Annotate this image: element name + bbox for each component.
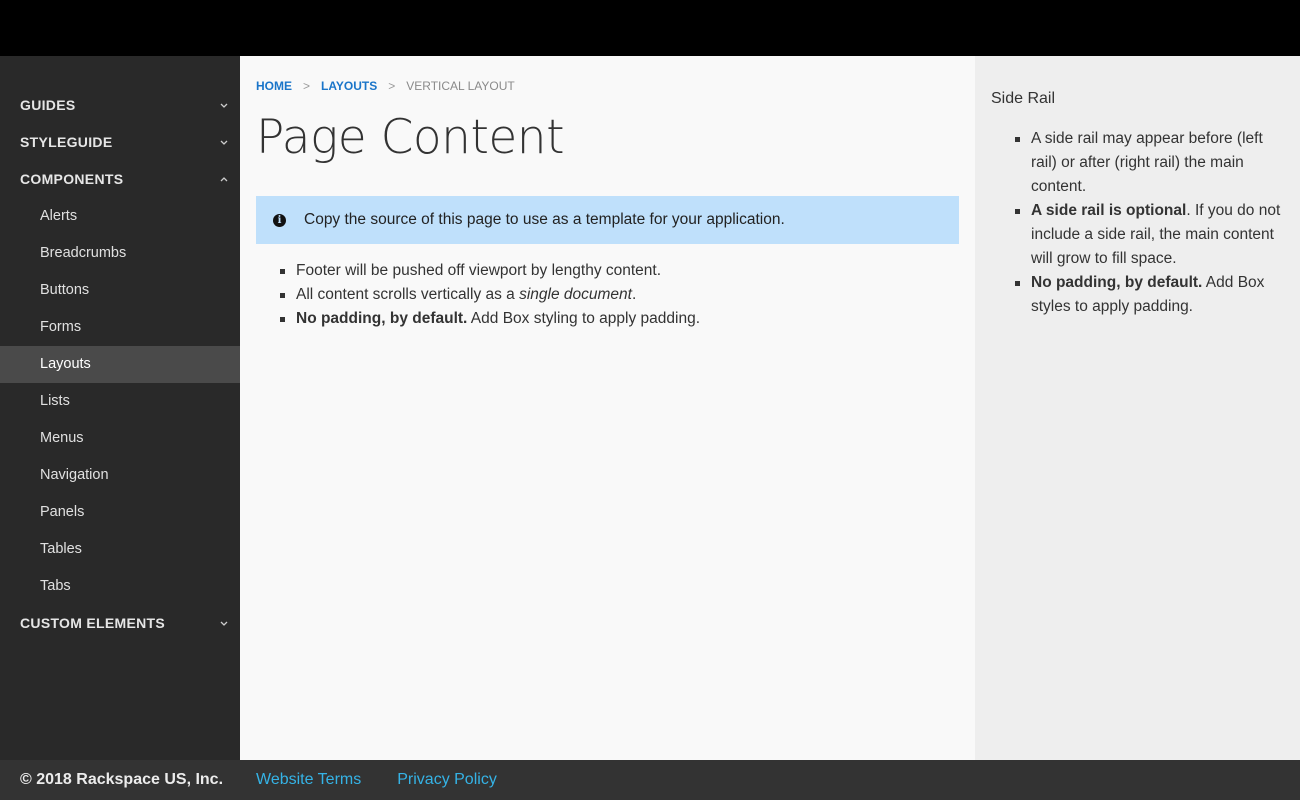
list-item-text: All content scrolls vertically as a [296, 286, 520, 303]
sidebar-section-label: COMPONENTS [20, 171, 124, 187]
sidebar-item-label: Lists [40, 393, 70, 409]
info-icon: i [273, 213, 286, 227]
sidebar-item-label: Forms [40, 319, 82, 335]
sidebar-section-styleguide[interactable]: STYLEGUIDE [0, 124, 240, 161]
sidebar-item-label: Layouts [40, 356, 91, 372]
list-item-text: Footer will be pushed off viewport by le… [296, 262, 662, 279]
alert-text: Copy the source of this page to use as a… [304, 211, 785, 228]
sidebar-item-buttons[interactable]: Buttons [0, 272, 240, 309]
sidebar-item-tabs[interactable]: Tabs [0, 568, 240, 605]
sidebar-section-label: CUSTOM ELEMENTS [20, 615, 166, 631]
side-rail-title: Side Rail [991, 90, 1056, 107]
sidebar-item-label: Tabs [40, 578, 71, 594]
list-item-text: . [631, 286, 637, 303]
sidebar-item-tables[interactable]: Tables [0, 531, 240, 568]
list-item: A side rail may appear before (left rail… [1015, 127, 1287, 199]
sidebar-section-custom-elements[interactable]: CUSTOM ELEMENTS [0, 605, 240, 642]
side-rail-list: A side rail may appear before (left rail… [1015, 127, 1287, 319]
sidebar-section-guides[interactable]: GUIDES [0, 87, 240, 124]
list-item: No padding, by default. Add Box styling … [279, 307, 701, 331]
list-item: All content scrolls vertically as a sing… [279, 283, 700, 307]
info-alert: i Copy the source of this page to use as… [256, 196, 959, 244]
breadcrumb-current: VERTICAL LAYOUT [406, 79, 515, 93]
sidebar-item-label: Buttons [40, 282, 90, 298]
page-title: Page Content [256, 110, 565, 165]
list-item: No padding, by default. Add Box styles t… [1015, 271, 1287, 319]
chevron-down-icon [220, 124, 228, 161]
footer: © 2018 Rackspace US, Inc. Website Terms … [0, 760, 1300, 800]
chevron-down-icon [220, 87, 228, 124]
list-item: A side rail is optional. If you do not i… [1015, 199, 1287, 271]
sidebar-section-label: STYLEGUIDE [20, 134, 113, 150]
list-item-strong: No padding, by default. [296, 310, 468, 327]
sidebar-item-forms[interactable]: Forms [0, 309, 240, 346]
sidebar-nav: GUIDES STYLEGUIDE COMPONENTS Alerts Brea… [0, 56, 240, 760]
sidebar-item-menus[interactable]: Menus [0, 420, 240, 457]
chevron-up-icon [220, 161, 228, 198]
sidebar-item-alerts[interactable]: Alerts [0, 198, 240, 235]
footer-terms-link[interactable]: Website Terms [256, 771, 361, 789]
sidebar-item-label: Breadcrumbs [40, 245, 127, 261]
sidebar-item-label: Menus [40, 430, 84, 446]
side-rail: Side Rail A side rail may appear before … [975, 56, 1300, 760]
sidebar-item-label: Panels [40, 504, 85, 520]
sidebar-section-components[interactable]: COMPONENTS [0, 161, 240, 198]
breadcrumb-layouts-link[interactable]: LAYOUTS [321, 79, 377, 93]
main-content: HOME > LAYOUTS > VERTICAL LAYOUT Page Co… [240, 56, 975, 760]
sidebar-item-lists[interactable]: Lists [0, 383, 240, 420]
chevron-down-icon [220, 605, 228, 642]
breadcrumb-separator-icon: > [388, 79, 396, 93]
breadcrumb-home-link[interactable]: HOME [256, 79, 292, 93]
sidebar-section-label: GUIDES [20, 97, 76, 113]
list-item-strong: No padding, by default. [1031, 274, 1203, 291]
main-bullet-list: Footer will be pushed off viewport by le… [279, 259, 701, 331]
sidebar-item-panels[interactable]: Panels [0, 494, 240, 531]
list-item-strong: A side rail is optional [1031, 202, 1187, 219]
sidebar-item-navigation[interactable]: Navigation [0, 457, 240, 494]
breadcrumb-separator-icon: > [303, 79, 311, 93]
list-item-text: Add Box styling to apply padding. [467, 310, 701, 327]
footer-copyright: © 2018 Rackspace US, Inc. [20, 771, 224, 788]
list-item-emphasis: single document [519, 286, 632, 303]
sidebar-item-label: Navigation [40, 467, 109, 483]
list-item-text: A side rail may appear before (left rail… [1031, 130, 1263, 195]
list-item: Footer will be pushed off viewport by le… [279, 259, 700, 283]
sidebar-item-layouts[interactable]: Layouts [0, 346, 240, 383]
sidebar-item-breadcrumbs[interactable]: Breadcrumbs [0, 235, 240, 272]
top-bar [0, 0, 1300, 56]
footer-privacy-link[interactable]: Privacy Policy [397, 771, 497, 789]
breadcrumb: HOME > LAYOUTS > VERTICAL LAYOUT [256, 79, 515, 93]
sidebar-item-label: Tables [40, 541, 82, 557]
sidebar-item-label: Alerts [40, 208, 78, 224]
